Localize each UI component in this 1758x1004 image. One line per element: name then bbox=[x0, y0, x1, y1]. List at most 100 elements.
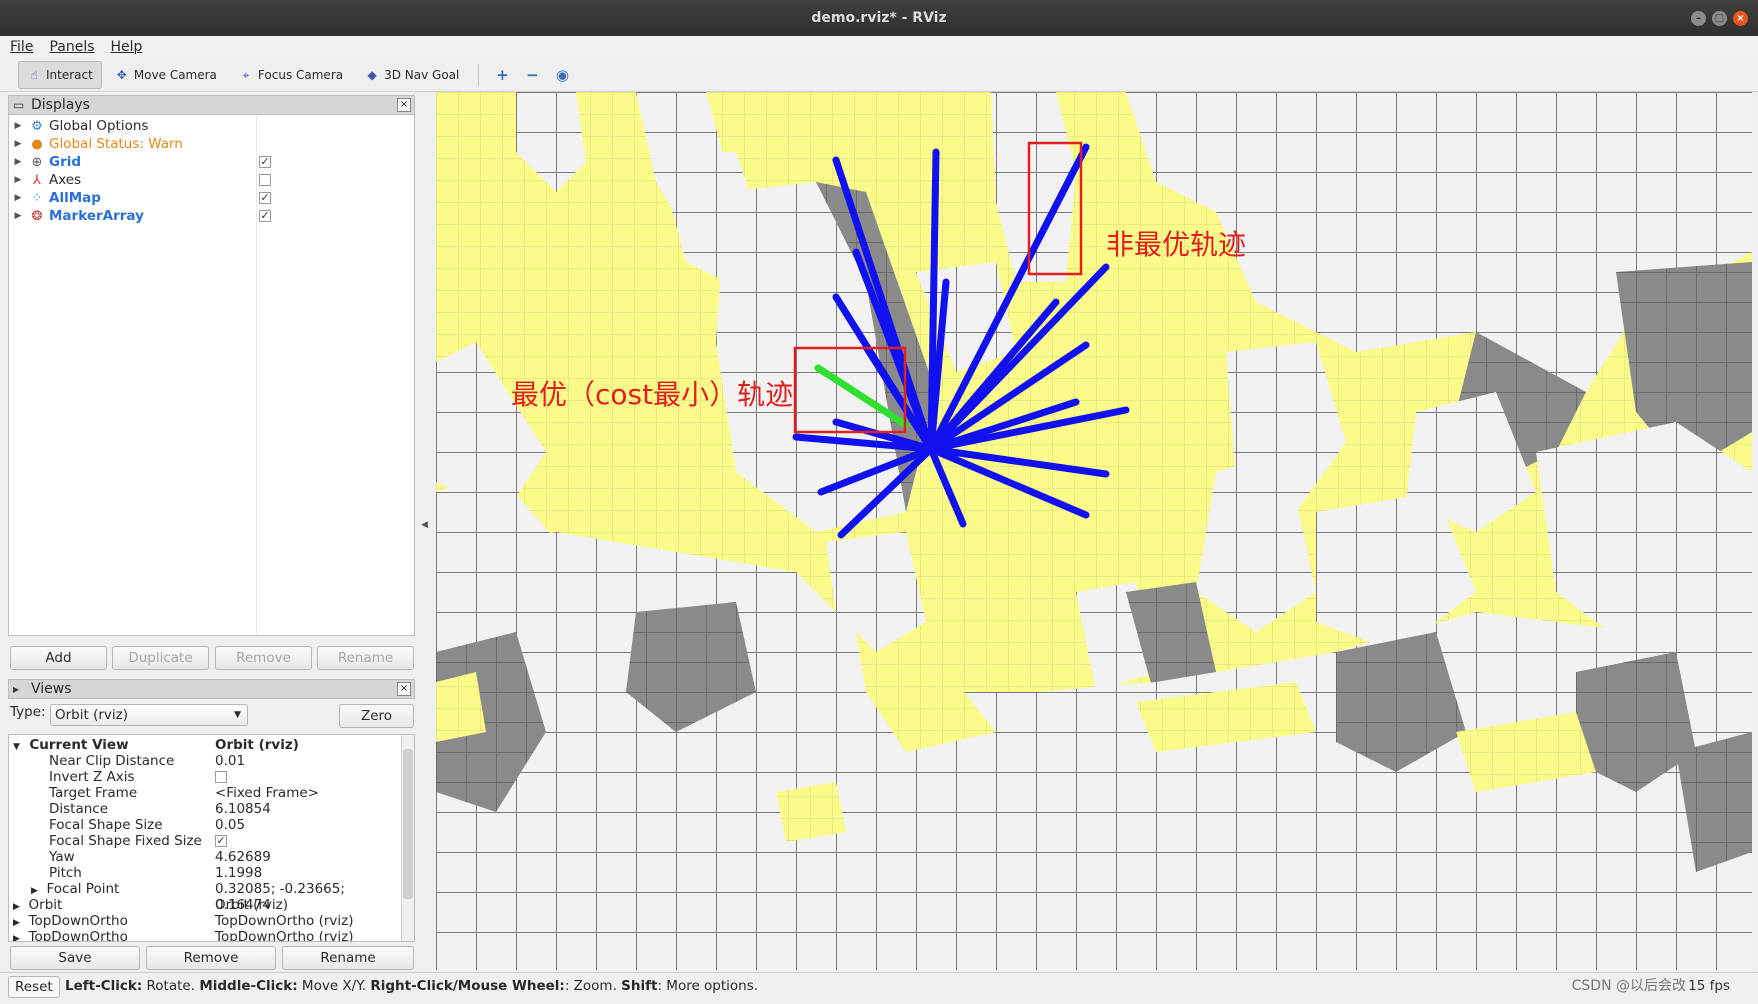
rename-view-button[interactable]: Rename bbox=[282, 946, 414, 970]
property-row[interactable]: Focal Shape Fixed Size ✓ bbox=[9, 833, 402, 849]
markerarray-checkbox[interactable]: ✓ bbox=[259, 210, 271, 222]
add-display-button[interactable]: Add bbox=[10, 646, 107, 670]
property-row[interactable]: Pitch 1.1998 bbox=[9, 865, 402, 881]
grid-checkbox[interactable]: ✓ bbox=[259, 156, 271, 168]
focal-fixed-size-checkbox[interactable]: ✓ bbox=[215, 835, 227, 847]
saved-view-value: Orbit (rviz) bbox=[215, 897, 288, 913]
expand-arrow-icon[interactable]: ▶ bbox=[31, 886, 38, 896]
display-item-markerarray[interactable]: ▶ ❂ MarkerArray ✓ bbox=[9, 207, 409, 225]
display-item-axes[interactable]: ▶ ⅄ Axes bbox=[9, 171, 409, 189]
expand-arrow-icon[interactable]: ▶ bbox=[13, 934, 20, 941]
hand-icon: ☝ bbox=[30, 67, 38, 82]
property-value[interactable]: 0.05 bbox=[215, 817, 245, 833]
remove-tool-icon[interactable]: − bbox=[519, 66, 545, 84]
property-row[interactable]: Distance 6.10854 bbox=[9, 801, 402, 817]
display-item-global-status[interactable]: ▶ ● Global Status: Warn bbox=[9, 135, 409, 153]
focus-camera-label: Focus Camera bbox=[257, 67, 344, 82]
display-item-global-options[interactable]: ▶ ⚙ Global Options bbox=[9, 117, 409, 135]
saved-view-row[interactable]: ▶ Orbit Orbit (rviz) bbox=[9, 897, 402, 913]
property-value[interactable]: 0.01 bbox=[215, 753, 245, 769]
view-type-label: Type: bbox=[10, 704, 46, 720]
axes-checkbox[interactable] bbox=[259, 174, 271, 186]
focus-camera-icon: ⌖ bbox=[242, 67, 250, 82]
render-viewport[interactable]: 最优（cost最小）轨迹 非最优轨迹 bbox=[436, 92, 1752, 970]
status-key: Middle-Click: bbox=[199, 978, 298, 994]
remove-view-button[interactable]: Remove bbox=[146, 946, 276, 970]
expand-arrow-icon[interactable]: ▶ bbox=[9, 193, 27, 203]
expand-arrow-icon[interactable]: ▶ bbox=[13, 902, 20, 912]
display-item-allmap[interactable]: ▶ ⁘ AllMap ✓ bbox=[9, 189, 409, 207]
menu-file[interactable]: File bbox=[10, 39, 33, 55]
view-type-select[interactable]: Orbit (rviz) ▼ bbox=[50, 704, 248, 726]
saved-view-row[interactable]: ▶ TopDownOrtho TopDownOrtho (rviz) bbox=[9, 929, 402, 941]
chevron-down-icon: ▼ bbox=[234, 710, 241, 720]
scrollbar-thumb[interactable] bbox=[403, 749, 413, 899]
interact-tool-button[interactable]: ☝ Interact bbox=[18, 60, 102, 89]
add-tool-icon[interactable]: + bbox=[489, 66, 515, 84]
expand-arrow-icon[interactable]: ▶ bbox=[9, 139, 27, 149]
close-displays-icon[interactable]: × bbox=[397, 98, 411, 112]
expand-arrow-icon[interactable]: ▶ bbox=[13, 918, 20, 928]
left-dock-handle-icon[interactable]: ◀ bbox=[421, 520, 428, 530]
property-key: Pitch bbox=[49, 865, 82, 881]
properties-scrollbar[interactable] bbox=[401, 735, 414, 941]
property-row[interactable]: Target Frame <Fixed Frame> bbox=[9, 785, 402, 801]
move-camera-button[interactable]: ✥ Move Camera bbox=[106, 61, 226, 89]
save-view-button[interactable]: Save bbox=[10, 946, 140, 970]
toolbar: ☝ Interact ✥ Move Camera ⌖ Focus Camera … bbox=[0, 58, 1758, 92]
status-text: Rotate. bbox=[142, 978, 200, 994]
camera-type-icon[interactable]: ◉ bbox=[549, 66, 575, 84]
property-row[interactable]: Yaw 4.62689 bbox=[9, 849, 402, 865]
nav-goal-button[interactable]: ◆ 3D Nav Goal bbox=[356, 61, 468, 89]
status-key: Right-Click/Mouse Wheel: bbox=[370, 978, 565, 994]
property-row[interactable]: Invert Z Axis bbox=[9, 769, 402, 785]
property-value[interactable]: <Fixed Frame> bbox=[215, 785, 319, 801]
expand-arrow-icon[interactable]: ▶ bbox=[9, 121, 27, 131]
duplicate-display-button[interactable]: Duplicate bbox=[112, 646, 209, 670]
property-value[interactable]: 1.1998 bbox=[215, 865, 262, 881]
display-label: MarkerArray bbox=[49, 208, 144, 224]
display-label: AllMap bbox=[49, 190, 101, 206]
current-view-row[interactable]: ▼ Current View Orbit (rviz) bbox=[9, 737, 402, 753]
property-row[interactable]: ▶ Focal Point 0.32085; -0.23665; 0.16474 bbox=[9, 881, 402, 913]
zero-button[interactable]: Zero bbox=[339, 704, 414, 728]
displays-tree: ▶ ⚙ Global Options ▶ ● Global Status: Wa… bbox=[8, 114, 415, 636]
property-value[interactable]: 4.62689 bbox=[215, 849, 271, 865]
expand-arrow-icon[interactable]: ▶ bbox=[9, 211, 27, 221]
maximize-icon[interactable]: □ bbox=[1712, 11, 1727, 26]
property-key: Yaw bbox=[49, 849, 75, 865]
remove-display-button[interactable]: Remove bbox=[215, 646, 312, 670]
property-key: Focal Point bbox=[46, 881, 120, 897]
rename-display-button[interactable]: Rename bbox=[317, 646, 414, 670]
view-properties: ▼ Current View Orbit (rviz) Near Clip Di… bbox=[8, 734, 415, 942]
saved-view-row[interactable]: ▶ TopDownOrtho TopDownOrtho (rviz) bbox=[9, 913, 402, 929]
close-views-icon[interactable]: × bbox=[397, 682, 411, 696]
expand-arrow-icon[interactable]: ▶ bbox=[9, 157, 27, 167]
monitor-icon: ▭ bbox=[13, 98, 25, 112]
property-value[interactable]: 6.10854 bbox=[215, 801, 271, 817]
display-item-grid[interactable]: ▶ ⊕ Grid ✓ bbox=[9, 153, 409, 171]
menu-help[interactable]: Help bbox=[111, 39, 143, 55]
pointcloud-icon: ⁘ bbox=[31, 190, 43, 206]
invert-z-checkbox[interactable] bbox=[215, 771, 227, 783]
nonoptimal-annotation: 非最优轨迹 bbox=[1106, 228, 1246, 261]
expand-arrow-icon[interactable]: ▶ bbox=[9, 175, 27, 185]
property-row[interactable]: Focal Shape Size 0.05 bbox=[9, 817, 402, 833]
scene-canvas[interactable]: 最优（cost最小）轨迹 非最优轨迹 bbox=[436, 92, 1752, 970]
display-label: Axes bbox=[49, 172, 82, 188]
close-icon[interactable]: × bbox=[1733, 11, 1748, 26]
property-row[interactable]: Near Clip Distance 0.01 bbox=[9, 753, 402, 769]
focus-camera-button[interactable]: ⌖ Focus Camera bbox=[230, 61, 352, 89]
move-camera-label: Move Camera bbox=[133, 67, 217, 82]
property-key: Target Frame bbox=[49, 785, 138, 801]
status-key: Shift bbox=[621, 978, 658, 994]
axes-icon: ⅄ bbox=[33, 172, 41, 188]
collapse-arrow-icon[interactable]: ▼ bbox=[13, 742, 20, 752]
allmap-checkbox[interactable]: ✓ bbox=[259, 192, 271, 204]
reset-button[interactable]: Reset bbox=[8, 976, 60, 998]
gear-icon: ⚙ bbox=[31, 118, 43, 134]
menu-panels[interactable]: Panels bbox=[49, 39, 94, 55]
nav-goal-icon: ◆ bbox=[367, 67, 377, 82]
minimize-icon[interactable]: – bbox=[1691, 11, 1706, 26]
views-panel-header: ▸ Views × bbox=[8, 679, 415, 699]
